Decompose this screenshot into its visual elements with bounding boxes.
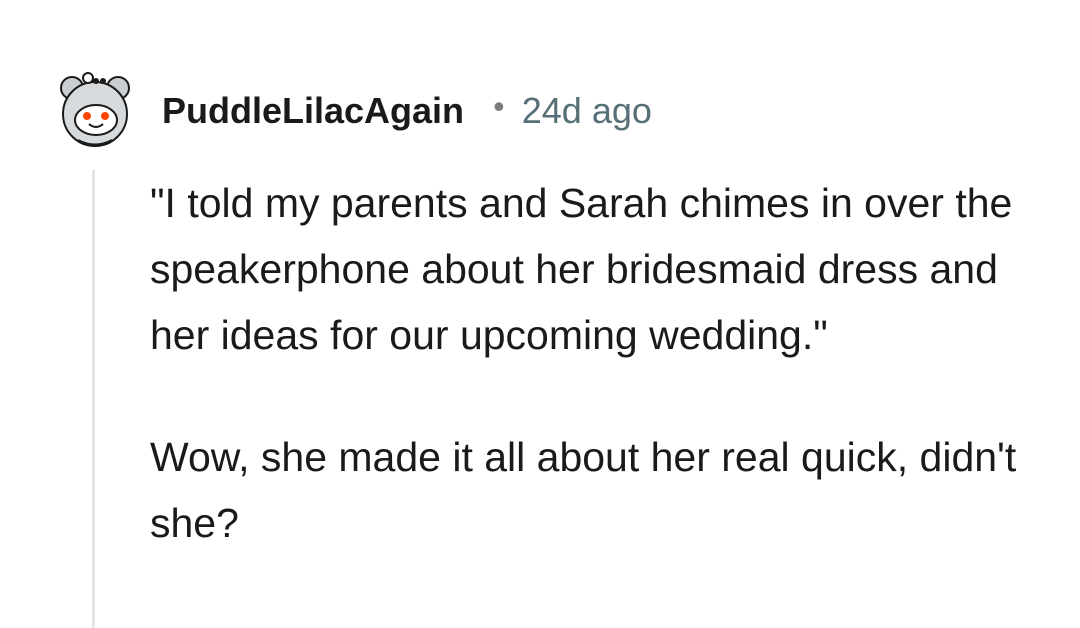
username-link[interactable]: PuddleLilacAgain [162,90,464,132]
comment: PuddleLilacAgain • 24d ago "I told my pa… [0,0,1080,628]
snoo-koala-avatar-icon [60,72,130,147]
comment-body: "I told my parents and Sarah chimes in o… [150,170,1050,556]
avatar[interactable] [56,70,134,148]
meta-separator: • [490,91,508,126]
comment-paragraph-2: Wow, she made it all about her real quic… [150,434,1017,546]
comment-header: PuddleLilacAgain • 24d ago [162,85,652,137]
comment-paragraph-1: "I told my parents and Sarah chimes in o… [150,180,1013,358]
timestamp[interactable]: 24d ago [522,90,652,132]
thread-line[interactable] [92,170,95,628]
